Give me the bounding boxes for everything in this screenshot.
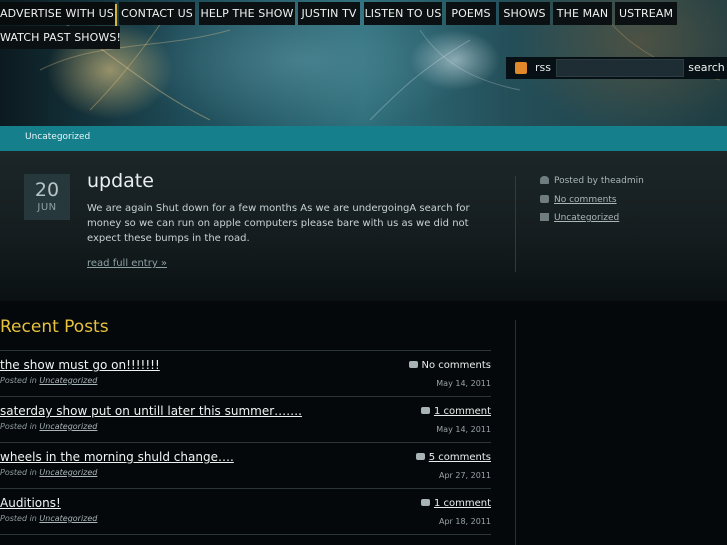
recent-post-category[interactable]: Uncategorized bbox=[39, 468, 97, 477]
recent-post-posted-in: Posted in Uncategorized bbox=[0, 514, 97, 523]
divider bbox=[515, 320, 516, 545]
rss-icon[interactable] bbox=[515, 62, 527, 74]
recent-post-comments-text[interactable]: 1 comment bbox=[434, 406, 491, 417]
comment-bubble-icon bbox=[408, 361, 418, 368]
recent-posts-heading: Recent Posts bbox=[0, 317, 109, 337]
post-date-badge: 20 JUN bbox=[24, 174, 70, 220]
recent-post-title[interactable]: the show must go on!!!!!!! bbox=[0, 358, 160, 372]
search-bar: rss search bbox=[506, 57, 727, 79]
rss-link[interactable]: rss bbox=[535, 61, 551, 74]
posted-in-label: Posted in bbox=[0, 514, 37, 523]
posted-in-label: Posted in bbox=[0, 468, 37, 477]
divider bbox=[515, 176, 516, 272]
post-title[interactable]: update bbox=[87, 170, 154, 192]
comment-bubble-icon bbox=[540, 195, 549, 203]
recent-post-title[interactable]: wheels in the morning shuld change…. bbox=[0, 450, 234, 464]
nav-item-listen[interactable]: LISTEN TO US bbox=[364, 2, 442, 25]
recent-post-date: Apr 27, 2011 bbox=[438, 471, 491, 480]
comment-bubble-icon bbox=[420, 499, 430, 506]
category-link[interactable]: Uncategorized bbox=[25, 132, 90, 142]
comment-bubble-icon bbox=[415, 453, 425, 460]
post-comments: No comments bbox=[540, 195, 617, 205]
post-body: We are again Shut down for a few months … bbox=[87, 203, 470, 244]
recent-post-comments-text: No comments bbox=[421, 360, 492, 371]
post-comments-link[interactable]: No comments bbox=[554, 195, 617, 205]
nav-item-justin-tv[interactable]: JUSTIN TV bbox=[298, 2, 360, 25]
recent-post-posted-in: Posted in Uncategorized bbox=[0, 422, 97, 431]
post-author-text: Posted by theadmin bbox=[554, 176, 644, 186]
category-bar: Uncategorized bbox=[0, 126, 727, 151]
nav-item-the-man[interactable]: THE MAN bbox=[553, 2, 612, 25]
nav-item-help[interactable]: HELP THE SHOW bbox=[199, 2, 295, 25]
post-author: Posted by theadmin bbox=[540, 176, 644, 186]
posted-in-label: Posted in bbox=[0, 376, 37, 385]
recent-post-date: May 14, 2011 bbox=[436, 425, 491, 434]
nav-item-ustream[interactable]: USTREAM bbox=[615, 2, 677, 25]
nav-item-poems[interactable]: POEMS bbox=[446, 2, 496, 25]
nav-item-advertise[interactable]: ADVERTISE WITH US! bbox=[0, 2, 118, 25]
post-date-day: 20 bbox=[34, 179, 60, 201]
recent-post-comments-text[interactable]: 1 comment bbox=[434, 498, 491, 509]
nav-separator bbox=[115, 4, 117, 27]
recent-post-date: May 14, 2011 bbox=[436, 379, 491, 388]
recent-post-category[interactable]: Uncategorized bbox=[39, 376, 97, 385]
recent-post-row: the show must go on!!!!!!! Posted in Unc… bbox=[0, 350, 491, 396]
comment-bubble-icon bbox=[420, 407, 430, 414]
recent-post-posted-in: Posted in Uncategorized bbox=[0, 376, 97, 385]
recent-post-title[interactable]: Auditions! bbox=[0, 496, 61, 510]
post-date-month: JUN bbox=[37, 202, 57, 213]
person-icon bbox=[540, 176, 549, 184]
recent-post-comments[interactable]: 1 comment bbox=[420, 498, 491, 509]
post-category: Uncategorized bbox=[540, 213, 619, 223]
recent-post-row: Auditions! Posted in Uncategorized 1 com… bbox=[0, 488, 491, 534]
search-button[interactable]: search bbox=[686, 59, 727, 77]
recent-post-date: Apr 18, 2011 bbox=[438, 517, 491, 526]
recent-post-comments[interactable]: 1 comment bbox=[420, 406, 491, 417]
recent-post-category[interactable]: Uncategorized bbox=[39, 422, 97, 431]
nav-item-contact[interactable]: CONTACT US bbox=[119, 2, 195, 25]
recent-post-comments[interactable]: 5 comments bbox=[415, 452, 491, 463]
recent-post-posted-in: Posted in Uncategorized bbox=[0, 468, 97, 477]
recent-post-comments: No comments bbox=[408, 360, 492, 371]
recent-post-title[interactable]: saterday show put on untill later this s… bbox=[0, 404, 302, 418]
search-input[interactable] bbox=[556, 59, 684, 77]
folder-icon bbox=[540, 213, 549, 221]
page: ADVERTISE WITH US! CONTACT US HELP THE S… bbox=[0, 0, 727, 545]
recent-post-row-divider bbox=[0, 534, 491, 545]
recent-post-category[interactable]: Uncategorized bbox=[39, 514, 97, 523]
nav-item-shows[interactable]: SHOWS bbox=[499, 2, 550, 25]
recent-post-comments-text[interactable]: 5 comments bbox=[429, 452, 491, 463]
recent-post-row: saterday show put on untill later this s… bbox=[0, 396, 491, 442]
posted-in-label: Posted in bbox=[0, 422, 37, 431]
post-category-link[interactable]: Uncategorized bbox=[554, 213, 619, 223]
recent-post-row: wheels in the morning shuld change…. Pos… bbox=[0, 442, 491, 488]
read-more-link[interactable]: read full entry » bbox=[87, 258, 167, 269]
nav-item-watch-past[interactable]: WATCH PAST SHOWS! bbox=[0, 26, 121, 49]
